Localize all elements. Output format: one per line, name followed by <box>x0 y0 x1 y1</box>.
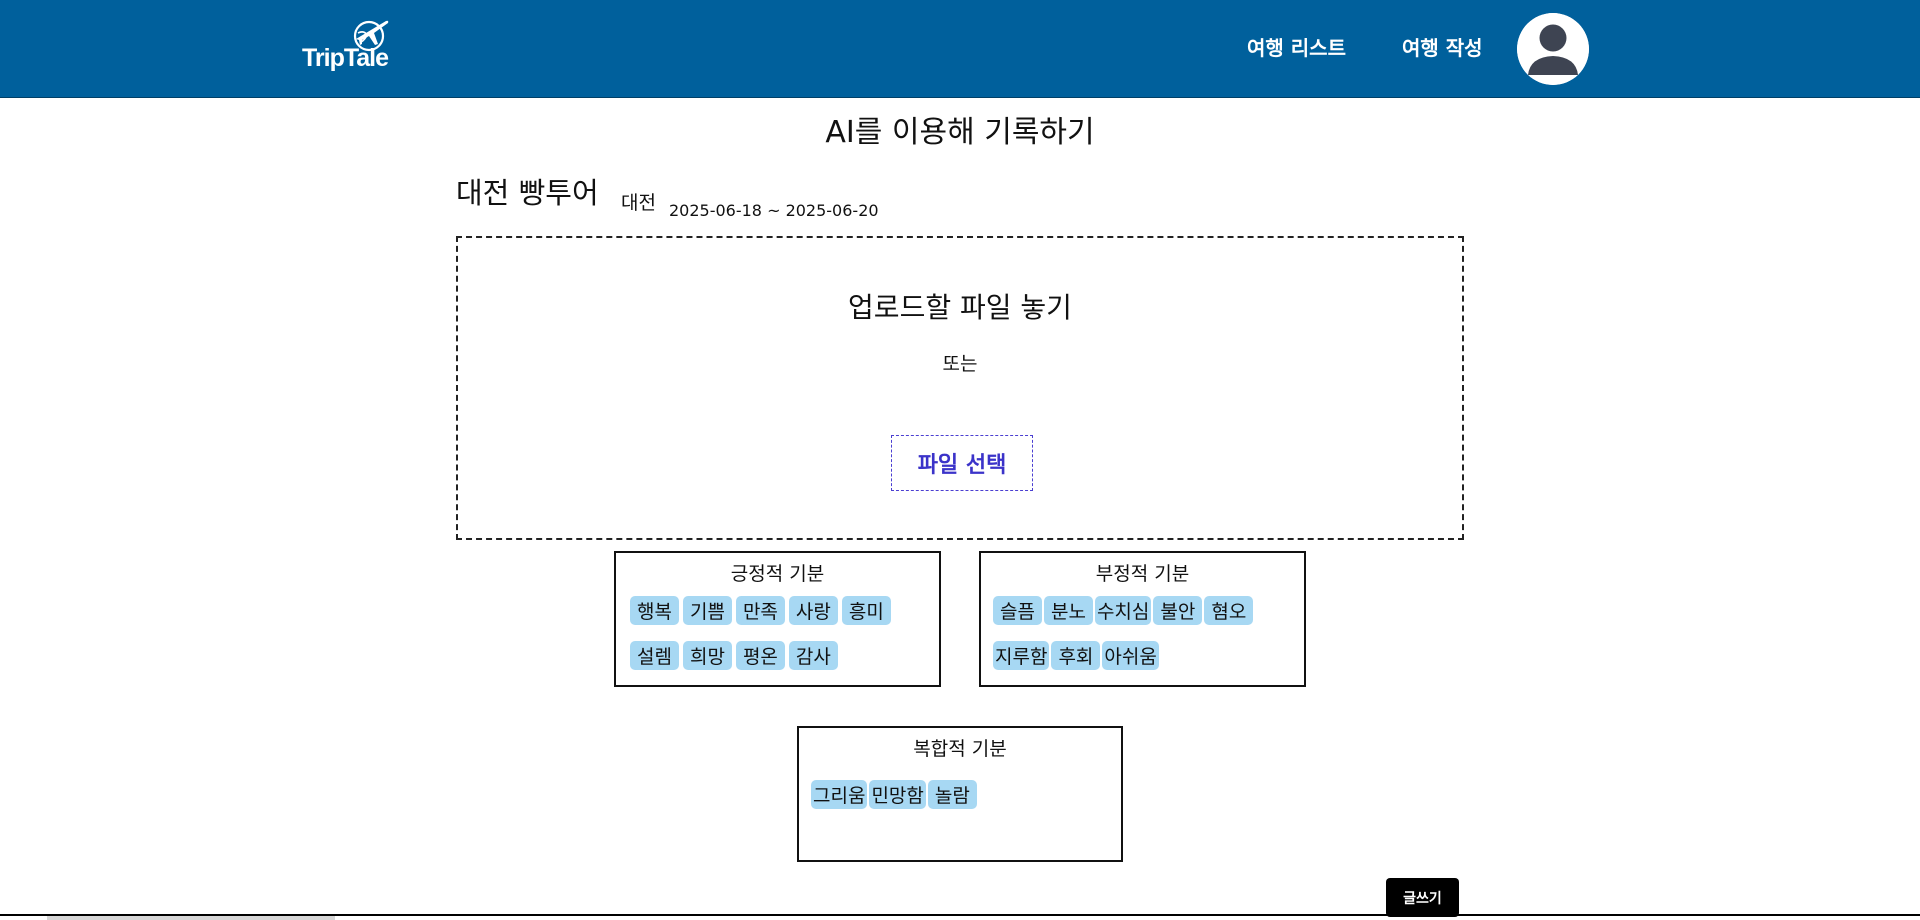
negative-mood-panel: 부정적 기분 슬픔 분노 수치심 불안 혐오 지루함 후회 아쉬움 <box>979 551 1306 687</box>
mood-chip[interactable]: 혐오 <box>1204 596 1254 625</box>
triptale-logo[interactable]: TripTale <box>300 18 390 74</box>
mood-chip[interactable]: 불안 <box>1153 596 1203 625</box>
write-submit-button[interactable]: 글쓰기 <box>1386 878 1459 917</box>
mood-chip[interactable]: 사랑 <box>788 596 838 625</box>
nav-trip-list[interactable]: 여행 리스트 <box>1247 32 1346 61</box>
negative-mood-chips: 슬픔 분노 수치심 불안 혐오 지루함 후회 아쉬움 <box>993 596 1293 670</box>
horizontal-scrollbar[interactable] <box>0 914 1920 920</box>
positive-mood-chips: 행복 기쁨 만족 사랑 흥미 설렘 희망 평온 감사 <box>630 596 930 670</box>
mood-chip[interactable]: 아쉬움 <box>1102 641 1159 670</box>
mood-chip[interactable]: 수치심 <box>1094 596 1152 625</box>
file-dropzone[interactable]: 업로드할 파일 놓기 또는 파일 선택 <box>456 236 1464 540</box>
mood-chip[interactable]: 후회 <box>1051 641 1101 670</box>
complex-mood-title: 복합적 기분 <box>913 738 1007 760</box>
mood-chip[interactable]: 분노 <box>1043 596 1093 625</box>
logo-text: TripTale <box>302 44 389 72</box>
mood-chip[interactable]: 만족 <box>735 596 785 625</box>
negative-mood-title: 부정적 기분 <box>1095 563 1190 585</box>
mood-chip[interactable]: 놀람 <box>927 780 977 809</box>
trip-dates: 2025-06-18 ~ 2025-06-20 <box>669 201 879 220</box>
user-avatar[interactable] <box>1517 13 1589 85</box>
positive-mood-title: 긍정적 기분 <box>730 563 825 585</box>
top-navbar: TripTale 여행 리스트 여행 작성 <box>0 0 1920 98</box>
mood-chip[interactable]: 슬픔 <box>993 596 1042 625</box>
scrollbar-thumb[interactable] <box>47 916 335 920</box>
mood-chip[interactable]: 흥미 <box>841 596 891 625</box>
mood-chip[interactable]: 평온 <box>735 641 785 670</box>
mood-chip[interactable]: 지루함 <box>993 641 1050 670</box>
trip-region: 대전 <box>621 192 656 214</box>
dropzone-or-text: 또는 <box>942 353 978 375</box>
mood-chip[interactable]: 행복 <box>630 596 679 625</box>
page-title: AI를 이용해 기록하기 <box>825 115 1095 150</box>
complex-mood-chips: 그리움 민망함 놀람 <box>811 780 1111 809</box>
mood-chip[interactable]: 설렘 <box>630 641 679 670</box>
positive-mood-panel: 긍정적 기분 행복 기쁨 만족 사랑 흥미 설렘 희망 평온 감사 <box>614 551 941 687</box>
nav-trip-write[interactable]: 여행 작성 <box>1402 32 1483 61</box>
mood-chip[interactable]: 민망함 <box>869 780 926 809</box>
mood-chip[interactable]: 기쁨 <box>682 596 732 625</box>
mood-chip[interactable]: 감사 <box>788 641 838 670</box>
file-select-button[interactable]: 파일 선택 <box>891 435 1033 491</box>
dropzone-title: 업로드할 파일 놓기 <box>848 291 1072 324</box>
complex-mood-panel: 복합적 기분 그리움 민망함 놀람 <box>797 726 1123 862</box>
mood-chip[interactable]: 희망 <box>682 641 732 670</box>
trip-title: 대전 빵투어 <box>456 176 599 210</box>
user-avatar-icon <box>1517 13 1589 85</box>
mood-chip[interactable]: 그리움 <box>811 780 868 809</box>
